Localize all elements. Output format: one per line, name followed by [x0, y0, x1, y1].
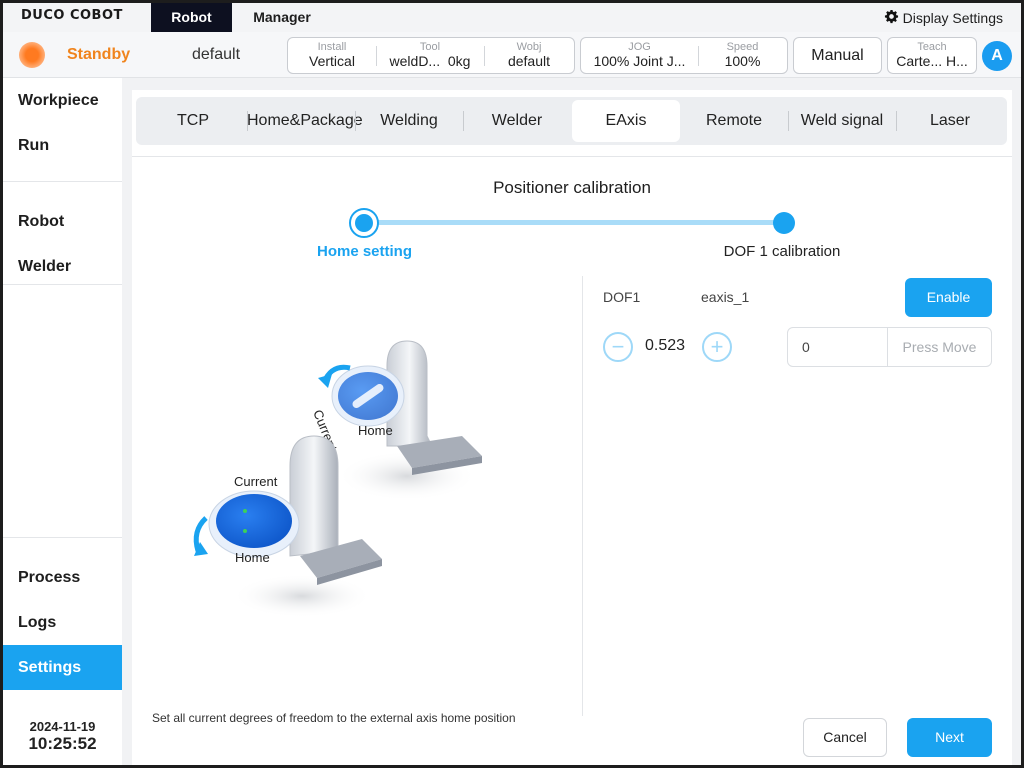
jog-cell[interactable]: JOG 100% Joint J...	[581, 38, 698, 73]
sidebar-item-settings[interactable]: Settings	[3, 645, 122, 690]
display-settings-button[interactable]: Display Settings	[884, 9, 1003, 27]
install-cell[interactable]: Install Vertical	[288, 38, 376, 73]
tab-eaxis[interactable]: EAxis	[572, 100, 680, 142]
teach-panel[interactable]: Teach Carte... H...	[887, 37, 977, 74]
step-dof1-calibration-marker	[773, 212, 795, 234]
label-home-back: Home	[358, 423, 393, 438]
jog-label: JOG	[628, 41, 651, 53]
stepper-track	[364, 220, 784, 225]
gear-icon	[884, 9, 899, 27]
panel-divider	[582, 276, 583, 716]
content-divider	[132, 156, 1012, 157]
increment-button[interactable]: +	[702, 332, 732, 362]
wobj-label: Wobj	[516, 41, 542, 53]
tab-robot[interactable]: Robot	[151, 3, 232, 32]
tab-welding[interactable]: Welding	[355, 100, 463, 142]
speed-value: 100%	[724, 53, 761, 69]
jog-value: 100% Joint J...	[593, 53, 686, 69]
app-window: DUCO COBOT Robot Manager Display Setting…	[3, 3, 1021, 765]
settings-content: TCP Home&Package Welding Welder EAxis Re…	[132, 90, 1012, 765]
sidebar-item-process[interactable]: Process	[3, 555, 122, 600]
teach-label: Teach	[917, 41, 947, 53]
install-label: Install	[317, 41, 347, 53]
label-home-front: Home	[235, 550, 270, 565]
plus-icon: +	[710, 334, 724, 359]
tab-laser[interactable]: Laser	[896, 100, 1004, 142]
sidebar-item-robot[interactable]: Robot	[3, 199, 122, 244]
dof-label: DOF1	[603, 289, 641, 305]
sidebar-item-logs[interactable]: Logs	[3, 600, 122, 645]
decrement-button[interactable]: −	[603, 332, 633, 362]
step-home-setting-marker	[349, 208, 379, 238]
positioner-back	[318, 340, 482, 501]
label-current-front: Current	[234, 474, 278, 489]
tab-weld-signal[interactable]: Weld signal	[788, 100, 896, 142]
next-button[interactable]: Next	[907, 718, 992, 757]
tool-label: Tool	[419, 41, 441, 53]
tool-cell[interactable]: Tool weldD... 0kg	[376, 38, 484, 73]
sidebar-time: 10:25:52	[28, 734, 97, 753]
user-avatar[interactable]: A	[982, 41, 1012, 71]
wobj-cell[interactable]: Wobj default	[484, 38, 574, 73]
minus-icon: −	[611, 334, 625, 359]
tab-home-package[interactable]: Home&Package	[247, 100, 363, 142]
install-tool-wobj-panel[interactable]: Install Vertical Tool weldD... 0kg Wobj …	[287, 37, 575, 74]
enable-button[interactable]: Enable	[905, 278, 992, 317]
project-name[interactable]: default	[192, 46, 240, 64]
teach-cell[interactable]: Teach Carte... H...	[888, 38, 976, 73]
sidebar-item-run[interactable]: Run	[3, 123, 122, 168]
sidebar-item-welder[interactable]: Welder	[3, 244, 122, 289]
status-indicator-icon	[19, 42, 45, 68]
tab-remote[interactable]: Remote	[680, 100, 788, 142]
wobj-value: default	[507, 53, 551, 69]
tool-value: weldD... 0kg	[389, 53, 471, 69]
sidebar-date: 2024-11-19	[29, 719, 96, 734]
move-value-input[interactable]	[788, 328, 888, 366]
sidebar-divider	[3, 284, 122, 285]
app-logo: DUCO COBOT	[21, 8, 123, 23]
dof-value: 0.523	[645, 337, 686, 354]
step-home-setting-label: Home setting	[316, 243, 412, 260]
press-move-group: Press Move	[787, 327, 992, 367]
install-value: Vertical	[309, 53, 355, 69]
status-bar: Standby default Install Vertical Tool we…	[3, 32, 1021, 78]
press-move-button[interactable]: Press Move	[887, 328, 991, 366]
manual-mode-button[interactable]: Manual	[793, 37, 882, 74]
sidebar: Workpiece Run Robot Welder Process Logs …	[3, 78, 122, 765]
teach-value: Carte... H...	[896, 53, 968, 69]
axis-name: eaxis_1	[701, 289, 750, 305]
tab-tcp[interactable]: TCP	[139, 100, 247, 142]
settings-tabs: TCP Home&Package Welding Welder EAxis Re…	[136, 97, 1007, 145]
tab-manager[interactable]: Manager	[237, 3, 327, 32]
speed-cell[interactable]: Speed 100%	[698, 38, 787, 73]
sidebar-divider	[3, 181, 122, 182]
sidebar-divider	[3, 537, 122, 538]
top-bar: DUCO COBOT Robot Manager Display Setting…	[3, 3, 1021, 32]
step-dof1-calibration-label: DOF 1 calibration	[723, 243, 841, 260]
robot-state: Standby	[67, 46, 131, 63]
jog-speed-panel[interactable]: JOG 100% Joint J... Speed 100%	[580, 37, 788, 74]
calibration-title: Positioner calibration	[493, 178, 651, 197]
sidebar-item-workpiece[interactable]: Workpiece	[3, 78, 122, 123]
instruction-text: Set all current degrees of freedom to th…	[152, 711, 516, 725]
tool-weight: 0kg	[447, 53, 471, 69]
positioner-illustration: Current Home Current Home	[193, 340, 482, 616]
speed-label: Speed	[726, 41, 759, 53]
display-settings-label: Display Settings	[902, 10, 1003, 26]
cancel-button[interactable]: Cancel	[803, 718, 887, 757]
tab-welder[interactable]: Welder	[463, 100, 571, 142]
